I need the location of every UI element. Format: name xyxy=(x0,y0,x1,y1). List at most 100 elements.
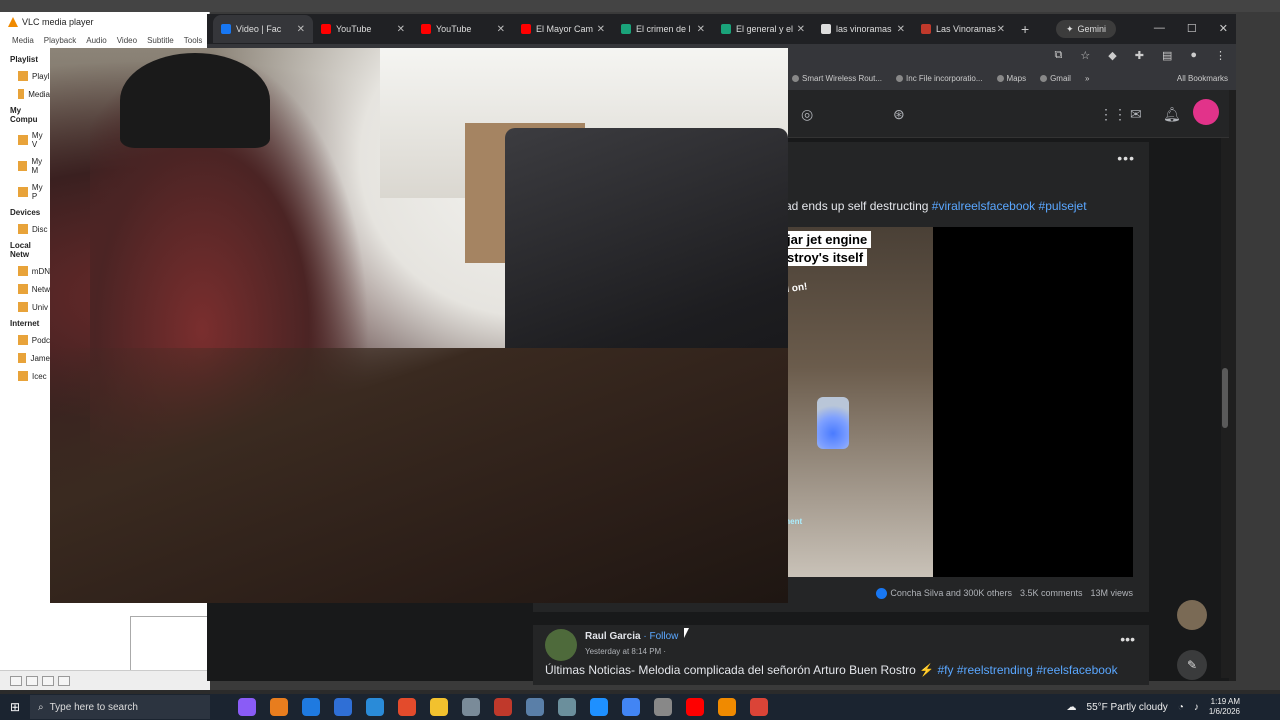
browser-tab[interactable]: Video | Fac ✕ xyxy=(213,15,313,43)
hashtag-link[interactable]: #fy xyxy=(937,663,953,677)
play-button[interactable] xyxy=(10,675,22,686)
taskbar-search[interactable]: ⌕ Type here to search xyxy=(30,695,210,719)
post-time[interactable]: Yesterday at 8:14 PM · xyxy=(585,647,666,656)
tab-close-icon[interactable]: ✕ xyxy=(997,24,1005,35)
profile-icon[interactable]: ● xyxy=(1190,49,1197,62)
bookmark-item[interactable]: Inc File incorporatio... xyxy=(896,74,983,83)
author-name[interactable]: Raul Garcia xyxy=(585,631,641,642)
gaming-icon[interactable]: ⊛ xyxy=(893,106,905,123)
folder-icon xyxy=(18,266,28,276)
wifi-icon[interactable]: ◔ xyxy=(1178,702,1184,713)
scrollbar[interactable] xyxy=(1221,138,1229,678)
hashtag-link[interactable]: #reelstrending xyxy=(957,663,1033,677)
apps-grid-icon[interactable]: ⋮⋮ xyxy=(1099,106,1127,123)
stop-button[interactable] xyxy=(26,675,38,686)
close-icon[interactable]: ✕ xyxy=(1219,22,1228,35)
tab-label: El Mayor Cam xyxy=(536,24,594,34)
taskbar-app-icon[interactable] xyxy=(558,698,576,716)
taskbar-app-icon[interactable] xyxy=(718,698,736,716)
search-icon: ⌕ xyxy=(38,701,44,713)
cast-icon[interactable]: ⧉ xyxy=(1055,49,1063,62)
bookmark-item[interactable]: Maps xyxy=(996,74,1026,83)
vlc-menu-playback[interactable]: Playback xyxy=(44,36,76,45)
messenger-icon[interactable]: ✉ xyxy=(1130,106,1142,123)
new-tab-button[interactable]: + xyxy=(1013,21,1037,37)
tab-close-icon[interactable]: ✕ xyxy=(497,24,505,35)
puzzle-icon[interactable]: ✚ xyxy=(1135,49,1144,62)
taskbar-app-icon[interactable] xyxy=(526,698,544,716)
tab-close-icon[interactable]: ✕ xyxy=(697,24,705,35)
browser-tab[interactable]: YouTube ✕ xyxy=(313,15,413,43)
taskbar-app-icon[interactable] xyxy=(654,698,672,716)
bookmark-overflow[interactable]: » xyxy=(1085,74,1089,83)
tab-favicon-icon xyxy=(521,24,531,34)
tab-close-icon[interactable]: ✕ xyxy=(597,24,605,35)
taskbar-app-icon[interactable] xyxy=(366,698,384,716)
groups-icon[interactable]: ◎ xyxy=(801,106,813,123)
tab-close-icon[interactable]: ✕ xyxy=(397,24,405,35)
hashtag-link[interactable]: #pulsejet xyxy=(1039,199,1087,213)
hashtag-link[interactable]: #viralreelsfacebook xyxy=(932,199,1035,213)
menu-icon[interactable]: ⋮ xyxy=(1215,49,1226,62)
profile-avatar[interactable] xyxy=(1193,99,1219,125)
weather-icon[interactable]: ☁ xyxy=(1067,702,1077,713)
volume-icon[interactable]: ♪ xyxy=(1194,702,1199,713)
browser-tab[interactable]: El crimen de l ✕ xyxy=(613,15,713,43)
reel-video[interactable]: jar jet engine stroy's itself d on! ment xyxy=(782,227,1133,577)
comments-count[interactable]: 3.5K comments xyxy=(1020,588,1083,599)
windows-start-icon[interactable]: ⊞ xyxy=(0,700,30,714)
browser-tab[interactable]: YouTube ✕ xyxy=(413,15,513,43)
browser-tab[interactable]: Las Vinoramas ✕ xyxy=(913,15,1013,43)
bookmark-item[interactable]: Smart Wireless Rout... xyxy=(792,74,882,83)
all-bookmarks[interactable]: All Bookmarks xyxy=(1177,74,1228,83)
notifications-icon[interactable]: 🔔︎ xyxy=(1163,106,1181,123)
taskbar-app-icon[interactable] xyxy=(270,698,288,716)
taskbar-app-icon[interactable] xyxy=(334,698,352,716)
follow-link[interactable]: · Follow xyxy=(643,631,678,642)
vlc-menu-video[interactable]: Video xyxy=(117,36,137,45)
taskbar-app-icon[interactable] xyxy=(238,698,256,716)
taskbar-app-icon[interactable] xyxy=(430,698,448,716)
taskbar-app-icon[interactable] xyxy=(622,698,640,716)
tab-close-icon[interactable]: ✕ xyxy=(897,24,905,35)
maximize-icon[interactable]: ☐ xyxy=(1187,22,1197,35)
new-message-icon[interactable]: ✎ xyxy=(1177,650,1207,680)
browser-tab[interactable]: El general y el ✕ xyxy=(713,15,813,43)
vlc-menu-media[interactable]: Media xyxy=(12,36,34,45)
bookmark-item[interactable]: Gmail xyxy=(1040,74,1071,83)
contact-avatar[interactable] xyxy=(1177,600,1207,630)
next-button[interactable] xyxy=(42,675,54,686)
hashtag-link[interactable]: #reelsfacebook xyxy=(1036,663,1117,677)
reactions-count[interactable]: Concha Silva and 300K others xyxy=(876,588,1012,600)
star-icon[interactable]: ☆ xyxy=(1080,49,1090,62)
clock[interactable]: 1:19 AM 1/6/2026 xyxy=(1209,697,1240,717)
taskbar-app-icon[interactable] xyxy=(494,698,512,716)
vlc-menu-subtitle[interactable]: Subtitle xyxy=(147,36,174,45)
taskbar-app-icon[interactable] xyxy=(686,698,704,716)
browser-tab[interactable]: El Mayor Cam ✕ xyxy=(513,15,613,43)
taskbar-app-icon[interactable] xyxy=(462,698,480,716)
taskbar-app-icon[interactable] xyxy=(398,698,416,716)
vlc-menu-audio[interactable]: Audio xyxy=(86,36,106,45)
sidepanel-icon[interactable]: ▤ xyxy=(1162,49,1172,62)
gemini-button[interactable]: ✦ Gemini xyxy=(1055,20,1116,38)
post-text: Últimas Noticias- Melodia complicada del… xyxy=(545,663,1118,677)
scrollbar-thumb[interactable] xyxy=(1222,368,1228,428)
vlc-menu-tools[interactable]: Tools xyxy=(184,36,203,45)
weather-text[interactable]: 55°F Partly cloudy xyxy=(1087,702,1168,713)
tab-close-icon[interactable]: ✕ xyxy=(297,24,305,35)
post-options-icon[interactable]: ••• xyxy=(1120,631,1135,647)
taskbar-app-icon[interactable] xyxy=(302,698,320,716)
extension-icon[interactable]: ◆ xyxy=(1108,49,1116,62)
author-avatar[interactable] xyxy=(545,629,577,661)
vlc-video-output[interactable] xyxy=(50,48,788,603)
playlist-button[interactable] xyxy=(58,675,70,686)
like-icon xyxy=(876,588,888,600)
minimize-icon[interactable]: — xyxy=(1154,22,1165,35)
browser-tab[interactable]: las vinoramas ✕ xyxy=(813,15,913,43)
tab-favicon-icon xyxy=(321,24,331,34)
taskbar-app-icon[interactable] xyxy=(750,698,768,716)
tab-close-icon[interactable]: ✕ xyxy=(797,24,805,35)
taskbar-app-icon[interactable] xyxy=(590,698,608,716)
post-options-icon[interactable]: ••• xyxy=(1117,150,1135,166)
